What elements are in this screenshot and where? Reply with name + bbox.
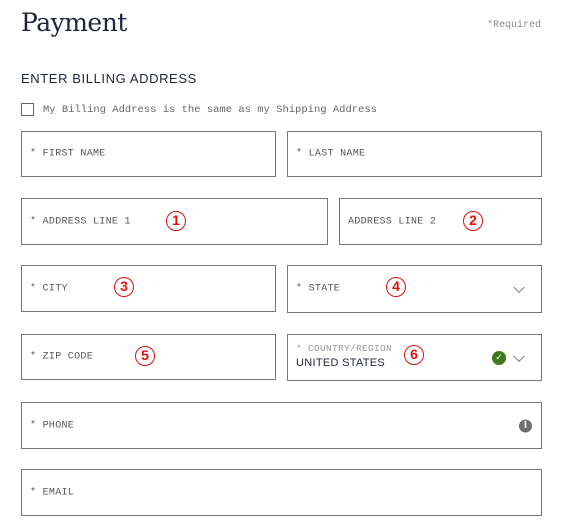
annotation-marker-2: 2 <box>463 211 483 231</box>
city-field[interactable]: * CITY <box>21 265 276 312</box>
last-name-label: * LAST NAME <box>296 148 366 160</box>
country-region-label: * COUNTRY/REGION <box>296 343 393 354</box>
required-note: *Required <box>486 20 541 31</box>
page-title: Payment <box>21 8 127 37</box>
email-field[interactable]: * EMAIL <box>21 469 542 516</box>
chevron-down-icon[interactable] <box>513 281 525 294</box>
chevron-down-icon[interactable] <box>513 350 525 362</box>
state-label: * STATE <box>296 283 341 295</box>
annotation-marker-1: 1 <box>166 211 186 231</box>
country-region-value: UNITED STATES <box>296 357 386 369</box>
same-as-shipping-checkbox[interactable] <box>21 103 34 116</box>
first-name-label: * FIRST NAME <box>30 148 106 160</box>
address-line-1-label: * ADDRESS LINE 1 <box>30 216 131 227</box>
email-label: * EMAIL <box>30 487 75 498</box>
valid-check-icon: ✓ <box>492 350 506 365</box>
billing-section-title: ENTER BILLING ADDRESS <box>21 71 197 86</box>
annotation-marker-3: 3 <box>114 277 134 297</box>
city-label: * CITY <box>30 283 68 294</box>
state-select[interactable]: * STATE <box>287 265 542 313</box>
annotation-marker-6: 6 <box>404 345 424 365</box>
same-as-shipping-row[interactable]: My Billing Address is the same as my Shi… <box>21 103 377 116</box>
phone-field[interactable]: * PHONE i <box>21 402 542 449</box>
phone-label: * PHONE <box>30 420 75 431</box>
first-name-field[interactable]: * FIRST NAME <box>21 131 276 177</box>
annotation-marker-4: 4 <box>386 277 406 297</box>
address-line-2-field[interactable]: ADDRESS LINE 2 <box>339 198 542 245</box>
same-as-shipping-label[interactable]: My Billing Address is the same as my Shi… <box>43 104 377 116</box>
info-icon[interactable]: i <box>519 419 532 432</box>
annotation-marker-5: 5 <box>135 346 155 366</box>
last-name-field[interactable]: * LAST NAME <box>287 131 542 177</box>
address-line-2-label: ADDRESS LINE 2 <box>348 216 437 227</box>
zip-code-label: * ZIP CODE <box>30 351 94 363</box>
